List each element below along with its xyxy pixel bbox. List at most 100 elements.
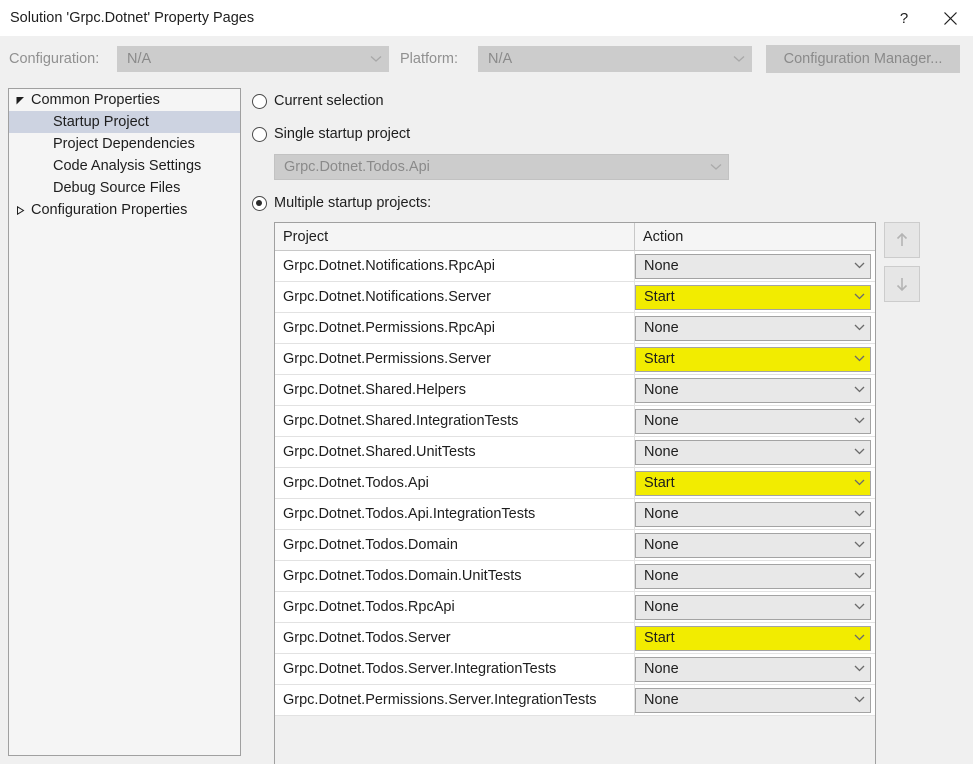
grid-row[interactable]: Grpc.Dotnet.Notifications.RpcApi None: [275, 251, 875, 282]
grid-row[interactable]: Grpc.Dotnet.Todos.RpcApi None: [275, 592, 875, 623]
grid-cell-project[interactable]: Grpc.Dotnet.Todos.Server: [275, 623, 635, 653]
tree-item-common-properties[interactable]: Common Properties: [9, 89, 240, 111]
grid-cell-project[interactable]: Grpc.Dotnet.Shared.UnitTests: [275, 437, 635, 467]
grid-header-row: Project Action: [275, 223, 875, 251]
grid-row[interactable]: Grpc.Dotnet.Permissions.Server.Integrati…: [275, 685, 875, 716]
grid-cell-project[interactable]: Grpc.Dotnet.Shared.Helpers: [275, 375, 635, 405]
action-dropdown[interactable]: None: [635, 408, 871, 434]
action-dropdown[interactable]: None: [635, 377, 871, 403]
grid-header-project[interactable]: Project: [275, 223, 635, 250]
action-dropdown[interactable]: None: [635, 594, 871, 620]
grid-cell-project[interactable]: Grpc.Dotnet.Todos.Server.IntegrationTest…: [275, 654, 635, 684]
action-value: None: [644, 661, 679, 677]
help-button[interactable]: ?: [881, 1, 927, 35]
grid-row[interactable]: Grpc.Dotnet.Permissions.RpcApi None: [275, 313, 875, 344]
action-dropdown[interactable]: Start: [635, 470, 871, 496]
move-down-button[interactable]: [884, 266, 920, 302]
action-value: Start: [644, 289, 675, 305]
action-value: None: [644, 568, 679, 584]
radio-multiple-startup-projects[interactable]: Multiple startup projects:: [252, 190, 965, 216]
action-dropdown[interactable]: None: [635, 439, 871, 465]
grid-cell-project[interactable]: Grpc.Dotnet.Notifications.Server: [275, 282, 635, 312]
properties-tree-list: Common Properties Startup Project Project …: [9, 89, 240, 221]
grid-row[interactable]: Grpc.Dotnet.Todos.Domain None: [275, 530, 875, 561]
action-value: None: [644, 537, 679, 553]
action-dropdown[interactable]: None: [635, 253, 871, 279]
radio-single-startup-project-indicator[interactable]: [252, 126, 267, 142]
grid-cell-action: None: [635, 313, 875, 343]
grid-cell-project[interactable]: Grpc.Dotnet.Permissions.RpcApi: [275, 313, 635, 343]
collapsed-triangle-icon[interactable]: [9, 205, 31, 215]
chevron-down-icon: [854, 353, 865, 365]
grid-row[interactable]: Grpc.Dotnet.Shared.Helpers None: [275, 375, 875, 406]
radio-single-startup-project[interactable]: Single startup project: [252, 121, 965, 147]
chevron-down-icon: [854, 384, 865, 396]
grid-row[interactable]: Grpc.Dotnet.Shared.UnitTests None: [275, 437, 875, 468]
grid-cell-project[interactable]: Grpc.Dotnet.Todos.RpcApi: [275, 592, 635, 622]
configuration-label: Configuration:: [9, 51, 100, 67]
action-dropdown[interactable]: None: [635, 501, 871, 527]
window-title: Solution 'Grpc.Dotnet' Property Pages: [10, 10, 255, 26]
chevron-down-icon: [854, 291, 865, 303]
action-value: Start: [644, 475, 675, 491]
radio-multiple-startup-projects-indicator[interactable]: [252, 195, 267, 211]
grid-cell-project[interactable]: Grpc.Dotnet.Todos.Domain: [275, 530, 635, 560]
chevron-down-icon: [710, 164, 722, 170]
grid-cell-project[interactable]: Grpc.Dotnet.Notifications.RpcApi: [275, 251, 635, 281]
platform-value: N/A: [488, 51, 513, 67]
platform-dropdown[interactable]: N/A: [478, 46, 752, 72]
tree-item-code-analysis-settings[interactable]: Code Analysis Settings: [9, 155, 240, 177]
grid-cell-action: None: [635, 654, 875, 684]
configuration-dropdown[interactable]: N/A: [117, 46, 389, 72]
grid-cell-action: None: [635, 406, 875, 436]
action-value: None: [644, 382, 679, 398]
tree-item-label: Debug Source Files: [53, 180, 181, 196]
single-startup-project-dropdown[interactable]: Grpc.Dotnet.Todos.Api: [274, 154, 729, 180]
action-dropdown[interactable]: Start: [635, 625, 871, 651]
grid-cell-action: None: [635, 499, 875, 529]
grid-row[interactable]: Grpc.Dotnet.Shared.IntegrationTests None: [275, 406, 875, 437]
move-down-arrow-icon: [896, 278, 908, 292]
action-dropdown[interactable]: None: [635, 656, 871, 682]
chevron-down-icon: [854, 508, 865, 520]
grid-row[interactable]: Grpc.Dotnet.Permissions.Server Start: [275, 344, 875, 375]
grid-row[interactable]: Grpc.Dotnet.Todos.Server.IntegrationTest…: [275, 654, 875, 685]
close-button[interactable]: [927, 1, 973, 35]
action-dropdown[interactable]: Start: [635, 284, 871, 310]
radio-current-selection-indicator[interactable]: [252, 93, 267, 109]
radio-current-selection[interactable]: Current selection: [252, 88, 965, 114]
action-dropdown[interactable]: None: [635, 315, 871, 341]
grid-cell-project[interactable]: Grpc.Dotnet.Todos.Api: [275, 468, 635, 498]
action-dropdown[interactable]: None: [635, 532, 871, 558]
radio-current-selection-label: Current selection: [274, 93, 384, 109]
grid-cell-project[interactable]: Grpc.Dotnet.Shared.IntegrationTests: [275, 406, 635, 436]
grid-empty-area: [275, 716, 875, 764]
action-dropdown[interactable]: None: [635, 563, 871, 589]
tree-item-debug-source-files[interactable]: Debug Source Files: [9, 177, 240, 199]
tree-item-project-dependencies[interactable]: Project Dependencies: [9, 133, 240, 155]
grid-header-action[interactable]: Action: [635, 223, 875, 250]
configuration-manager-button[interactable]: Configuration Manager...: [766, 45, 960, 73]
grid-row[interactable]: Grpc.Dotnet.Todos.Domain.UnitTests None: [275, 561, 875, 592]
grid-cell-project[interactable]: Grpc.Dotnet.Permissions.Server: [275, 344, 635, 374]
tree-item-label: Common Properties: [31, 92, 160, 108]
startup-projects-grid: Project Action Grpc.Dotnet.Notifications…: [274, 222, 876, 764]
expanded-triangle-icon[interactable]: [9, 96, 31, 105]
tree-item-startup-project[interactable]: Startup Project: [9, 111, 240, 133]
properties-tree-panel: Common Properties Startup Project Project …: [8, 88, 241, 756]
action-dropdown[interactable]: None: [635, 687, 871, 713]
grid-cell-project[interactable]: Grpc.Dotnet.Permissions.Server.Integrati…: [275, 685, 635, 715]
chevron-down-icon: [854, 260, 865, 272]
grid-cell-project[interactable]: Grpc.Dotnet.Todos.Domain.UnitTests: [275, 561, 635, 591]
close-icon: [943, 11, 957, 25]
grid-cell-project[interactable]: Grpc.Dotnet.Todos.Api.IntegrationTests: [275, 499, 635, 529]
action-dropdown[interactable]: Start: [635, 346, 871, 372]
chevron-down-icon: [854, 694, 865, 706]
tree-item-configuration-properties[interactable]: Configuration Properties: [9, 199, 240, 221]
chevron-down-icon: [854, 477, 865, 489]
grid-row[interactable]: Grpc.Dotnet.Todos.Api.IntegrationTests No…: [275, 499, 875, 530]
move-up-button[interactable]: [884, 222, 920, 258]
grid-row[interactable]: Grpc.Dotnet.Todos.Api Start: [275, 468, 875, 499]
grid-row[interactable]: Grpc.Dotnet.Notifications.Server Start: [275, 282, 875, 313]
grid-row[interactable]: Grpc.Dotnet.Todos.Server Start: [275, 623, 875, 654]
